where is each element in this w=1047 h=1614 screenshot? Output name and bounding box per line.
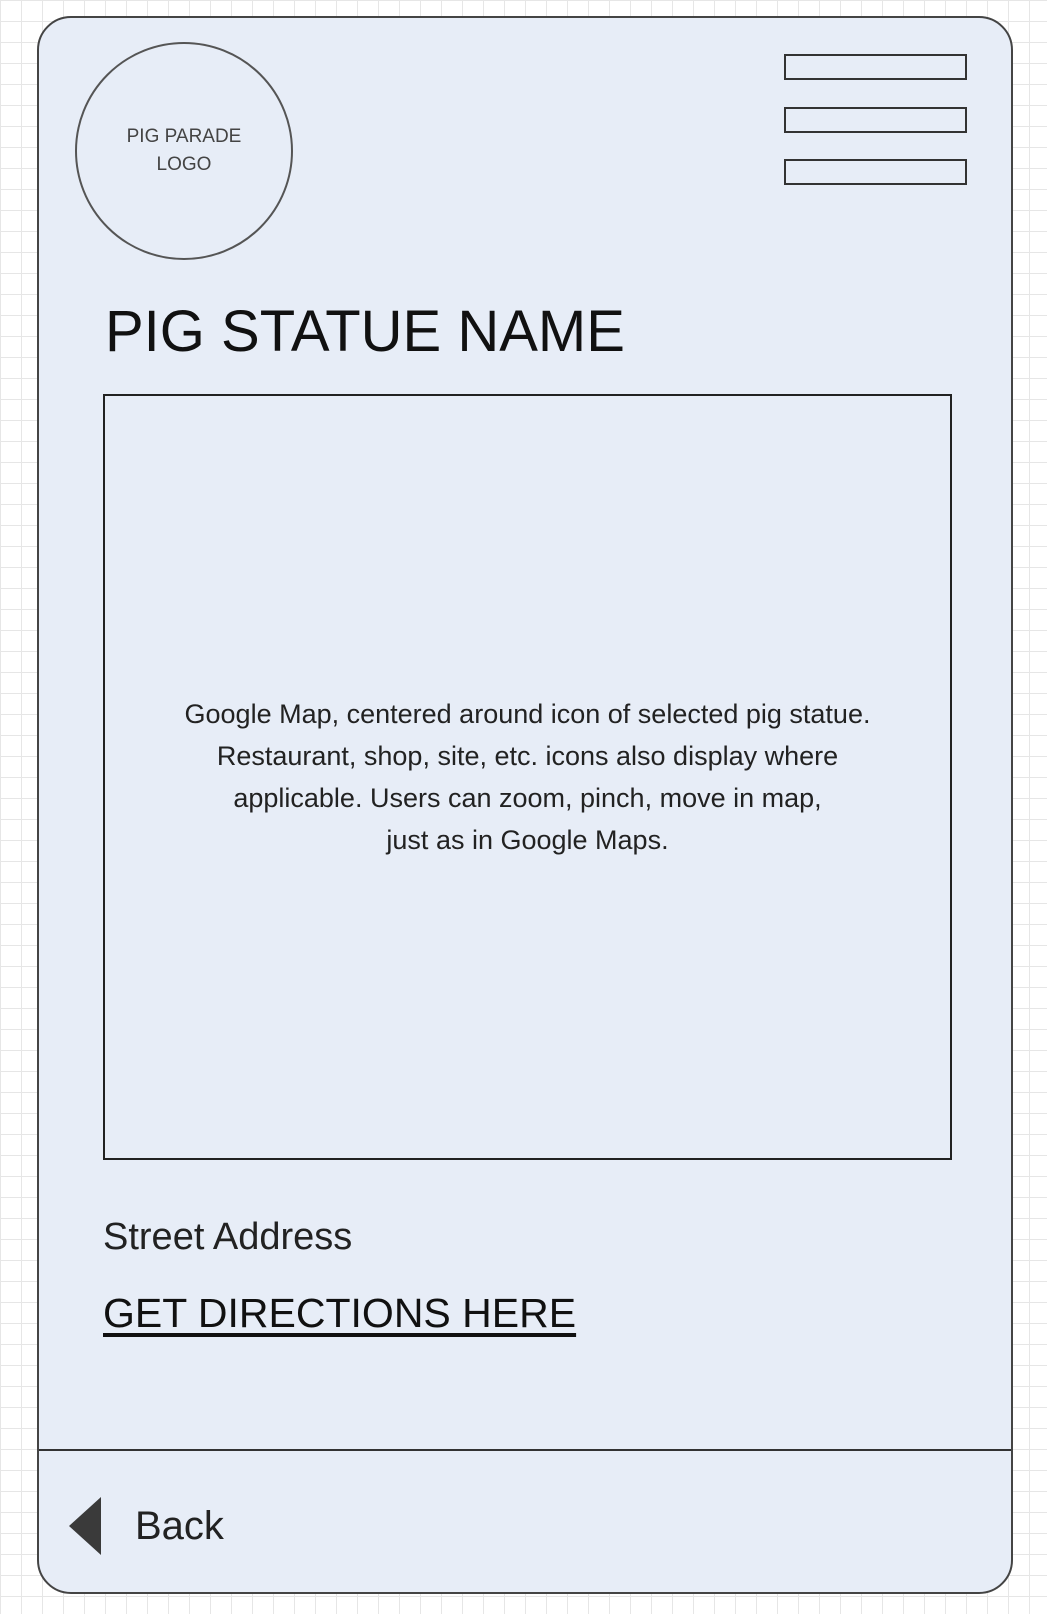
logo: PIG PARADE LOGO: [75, 42, 293, 260]
logo-text: PIG PARADE LOGO: [126, 126, 242, 175]
street-address: Street Address: [103, 1216, 353, 1258]
menu-bar-bottom: [784, 159, 967, 185]
menu-bar-middle: [784, 107, 967, 133]
get-directions-link[interactable]: GET DIRECTIONS HERE: [103, 1288, 576, 1338]
triangle-left-icon: [69, 1497, 101, 1555]
back-button[interactable]: Back: [69, 1496, 224, 1556]
map-placeholder-text: Google Map, centered around icon of sele…: [184, 699, 871, 855]
map-view[interactable]: Google Map, centered around icon of sele…: [103, 394, 952, 1160]
hamburger-menu-icon[interactable]: [784, 54, 967, 186]
page-title: PIG STATUE NAME: [105, 299, 625, 364]
back-label: Back: [135, 1504, 224, 1548]
menu-bar-top: [784, 54, 967, 80]
phone-frame: PIG PARADE LOGO PIG STATUE NAME Google M…: [37, 16, 1013, 1594]
footer-divider: [39, 1449, 1011, 1451]
